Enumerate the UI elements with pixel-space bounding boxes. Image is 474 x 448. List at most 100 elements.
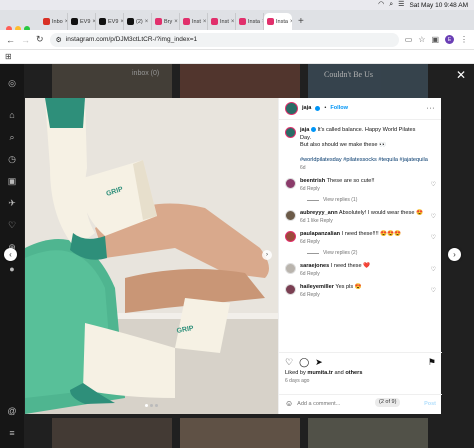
profile-avatar[interactable]: E bbox=[445, 35, 454, 44]
author-avatar[interactable] bbox=[285, 127, 296, 138]
url-bar[interactable]: ⚙ instagram.com/p/DJM3ctLtCR-/?img_index… bbox=[49, 32, 399, 47]
view-replies-button[interactable]: View replies (2) bbox=[307, 250, 436, 257]
liked-by-prefix: Liked by bbox=[285, 370, 308, 376]
background-post-tile bbox=[308, 418, 428, 448]
comment-meta[interactable]: 6d Reply bbox=[300, 271, 320, 277]
browser-tab[interactable]: (2) × bbox=[124, 13, 152, 30]
forward-icon[interactable]: → bbox=[21, 35, 30, 45]
like-comment-icon[interactable]: ♡ bbox=[431, 213, 436, 221]
comment-username[interactable]: saraejones bbox=[300, 263, 329, 269]
instagram-logo-icon[interactable]: ◎ bbox=[7, 78, 17, 88]
previous-post-arrow-icon[interactable]: ‹ bbox=[4, 248, 17, 261]
browser-tab[interactable]: Bry × bbox=[152, 13, 180, 30]
next-post-arrow-icon[interactable]: › bbox=[448, 248, 461, 261]
reload-icon[interactable]: ↻ bbox=[36, 34, 44, 45]
commenter-avatar[interactable] bbox=[285, 284, 296, 296]
browser-tab[interactable]: Inst × bbox=[180, 13, 208, 30]
liked-by-line: Liked by mumita.tr and others bbox=[285, 370, 436, 378]
comment-meta[interactable]: 6d Reply bbox=[300, 292, 320, 298]
commenter-avatar[interactable] bbox=[285, 210, 296, 222]
commenter-avatar[interactable] bbox=[285, 231, 296, 243]
home-icon[interactable]: ⌂ bbox=[7, 110, 17, 120]
browser-tab[interactable]: Inbo × bbox=[40, 13, 68, 30]
add-comment-input[interactable]: Add a comment... bbox=[297, 401, 340, 408]
caption-text-2: But also should we make these 👀 bbox=[300, 142, 386, 149]
new-tab-button[interactable]: + bbox=[298, 13, 304, 30]
liked-by-others[interactable]: others bbox=[345, 370, 362, 376]
messages-icon[interactable]: ✈ bbox=[7, 198, 17, 208]
close-tab-icon[interactable]: × bbox=[203, 19, 207, 25]
notifications-icon[interactable]: ♡ bbox=[7, 220, 17, 230]
comment-meta[interactable]: 6d Reply bbox=[300, 239, 320, 245]
back-icon[interactable]: ← bbox=[6, 35, 15, 45]
post-actions: ♡ ◯ ➤ ⚑ Liked by mumita.tr and others 6 … bbox=[279, 352, 442, 392]
browser-tab-strip: Inbo × EV9 × EV9 × (2) × Bry × Inst × Inst × In… bbox=[0, 10, 474, 32]
like-comment-icon[interactable]: ♡ bbox=[431, 181, 436, 189]
apps-grid-icon[interactable]: ⊞ bbox=[5, 52, 12, 61]
explore-icon[interactable]: ◷ bbox=[7, 154, 17, 164]
comment-username[interactable]: paulapanzalian bbox=[300, 231, 340, 237]
more-menu-icon[interactable]: ≡ bbox=[7, 428, 17, 438]
comment-username[interactable]: haileyemiller bbox=[300, 284, 334, 290]
like-comment-icon[interactable]: ♡ bbox=[431, 287, 436, 295]
caption-username[interactable]: jaja bbox=[300, 127, 309, 133]
browser-tab[interactable]: Insta× bbox=[236, 13, 264, 30]
author-avatar[interactable] bbox=[285, 102, 298, 115]
reels-icon[interactable]: ▣ bbox=[7, 176, 17, 186]
comment-icon[interactable]: ◯ bbox=[299, 357, 309, 368]
wifi-icon[interactable]: ◠ bbox=[378, 0, 384, 10]
site-info-icon[interactable]: ⚙ bbox=[56, 36, 62, 44]
verified-badge-icon bbox=[315, 106, 321, 111]
x-favicon-icon bbox=[99, 18, 106, 25]
search-icon[interactable]: ⌕ bbox=[7, 132, 17, 142]
save-bookmark-icon[interactable]: ⚑ bbox=[428, 357, 436, 368]
caption-hashtags[interactable]: #worldpilatesday #pilatessocks #tequila … bbox=[300, 157, 428, 163]
like-icon[interactable]: ♡ bbox=[285, 357, 293, 368]
close-tab-icon[interactable]: × bbox=[231, 19, 235, 25]
search-icon[interactable]: ⌕ bbox=[389, 0, 393, 10]
follow-button[interactable]: Follow bbox=[330, 105, 348, 113]
comment-username[interactable]: aubreyyy_ann bbox=[300, 210, 338, 216]
profile-icon[interactable]: ● bbox=[7, 264, 17, 274]
browser-tab[interactable]: EV9 × bbox=[68, 13, 96, 30]
commenter-avatar[interactable] bbox=[285, 263, 296, 275]
carousel-next-icon[interactable]: › bbox=[262, 250, 272, 260]
control-center-icon[interactable]: ☰ bbox=[398, 0, 404, 10]
browser-tab-active[interactable]: Insta × bbox=[264, 13, 292, 30]
url-text[interactable]: instagram.com/p/DJM3ctLtCR-/?img_index=1 bbox=[66, 36, 197, 43]
close-tab-icon[interactable]: × bbox=[174, 19, 178, 25]
instagram-favicon-icon bbox=[155, 18, 162, 25]
comment-meta[interactable]: 6d Reply bbox=[300, 186, 320, 192]
bookmark-star-icon[interactable]: ☆ bbox=[418, 35, 425, 44]
liked-by-user[interactable]: mumita.tr bbox=[307, 370, 333, 376]
view-replies-button[interactable]: View replies (1) bbox=[307, 197, 436, 204]
author-username[interactable]: jaja bbox=[302, 105, 311, 113]
threads-icon[interactable]: @ bbox=[7, 406, 17, 416]
close-tab-icon[interactable]: × bbox=[145, 19, 149, 25]
emoji-icon[interactable]: ☺ bbox=[285, 399, 293, 410]
like-comment-icon[interactable]: ♡ bbox=[431, 234, 436, 242]
post-comment-button[interactable]: Post bbox=[424, 401, 436, 408]
cast-icon[interactable]: ▭ bbox=[405, 35, 413, 44]
more-options-icon[interactable]: ··· bbox=[427, 104, 436, 113]
view-replies-label[interactable]: View replies (2) bbox=[323, 250, 357, 257]
menubar-datetime[interactable]: Sat May 10 9:48 AM bbox=[409, 2, 468, 9]
instagram-favicon-icon bbox=[183, 18, 190, 25]
comment-meta[interactable]: 6d 1 like Reply bbox=[300, 218, 333, 224]
close-modal-icon[interactable]: ✕ bbox=[456, 68, 466, 82]
instagram-favicon-icon bbox=[239, 18, 246, 25]
chrome-menu-icon[interactable]: ⋮ bbox=[460, 35, 468, 44]
extensions-icon[interactable]: ▣ bbox=[431, 35, 439, 44]
caption-age: 6d bbox=[300, 164, 306, 171]
browser-tab[interactable]: EV9 × bbox=[96, 13, 124, 30]
commenter-avatar[interactable] bbox=[285, 178, 296, 190]
tab-label: Insta bbox=[276, 18, 288, 25]
like-comment-icon[interactable]: ♡ bbox=[431, 266, 436, 274]
close-tab-icon[interactable]: × bbox=[290, 19, 292, 25]
share-icon[interactable]: ➤ bbox=[315, 357, 323, 368]
view-replies-label[interactable]: View replies (1) bbox=[323, 197, 357, 204]
browser-tab[interactable]: Inst × bbox=[208, 13, 236, 30]
site-favicon-icon bbox=[127, 18, 134, 25]
comment-username[interactable]: beentrish bbox=[300, 178, 325, 184]
background-tile-text: inbox (0) bbox=[132, 70, 160, 77]
